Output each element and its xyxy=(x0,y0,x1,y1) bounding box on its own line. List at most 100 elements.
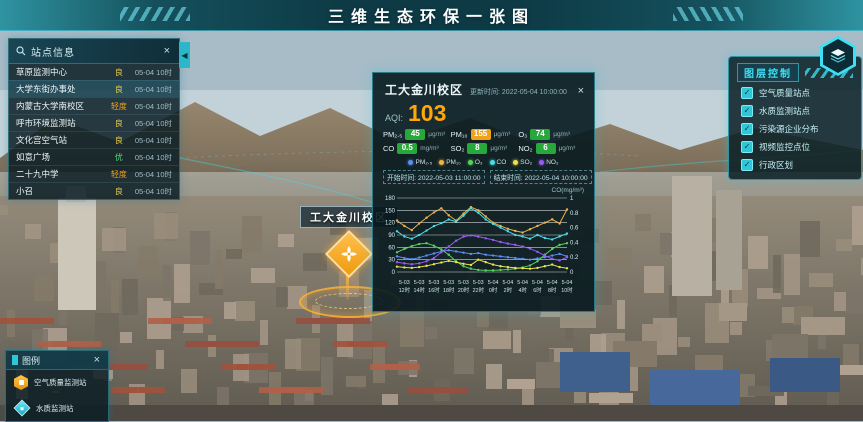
legend-item-o3[interactable]: O₃ xyxy=(468,159,483,166)
station-row[interactable]: 草原监测中心良05-04 10时 xyxy=(9,64,179,80)
svg-text:120: 120 xyxy=(385,220,396,226)
svg-text:5-03: 5-03 xyxy=(414,280,425,286)
page-title: 三维生态环保一张图 xyxy=(328,3,535,27)
station-name: 呼市环境监测站 xyxy=(16,117,103,129)
svg-text:10时: 10时 xyxy=(561,286,573,294)
station-level: 良 xyxy=(107,135,131,146)
station-row[interactable]: 二十九中学轻度05-04 10时 xyxy=(9,165,179,182)
pollutant-name: NO₂ xyxy=(518,144,532,153)
svg-text:0: 0 xyxy=(570,270,574,276)
svg-text:180: 180 xyxy=(385,196,396,202)
app-header: 三维生态环保一张图 xyxy=(0,0,863,31)
trend-chart-svg: 180150120906030010.80.60.40.205-0312时5-0… xyxy=(381,194,586,300)
pollutant-unit: µg/m³ xyxy=(553,131,570,138)
svg-text:30: 30 xyxy=(388,257,395,263)
legend-panel-title: 图例 xyxy=(22,354,88,367)
svg-text:12时: 12时 xyxy=(399,286,411,294)
svg-text:0.2: 0.2 xyxy=(570,255,579,261)
panel-collapse-handle[interactable]: ◀ xyxy=(179,42,190,68)
legend-dot xyxy=(408,160,413,165)
station-row[interactable]: 小召良05-04 10时 xyxy=(9,182,179,199)
station-row[interactable]: 大学东街办事处良05-04 10时 xyxy=(9,80,179,97)
close-icon[interactable]: × xyxy=(92,353,102,368)
svg-text:5-03: 5-03 xyxy=(429,280,440,286)
map-legend-panel: 图例 × 空气质量监测站水质监测站 xyxy=(5,350,109,422)
layer-label: 视频监控点位 xyxy=(759,141,810,153)
station-panel-header: 站点信息 × ◀ xyxy=(9,39,179,64)
pollutant-cell: PM₁₀155µg/m³ xyxy=(451,129,517,140)
layer-checkbox[interactable]: ✓ xyxy=(741,123,753,135)
legend-item-pm25[interactable]: PM₂.₅ xyxy=(408,159,432,166)
pollutant-cell: CO0.5mg/m³ xyxy=(383,143,449,154)
aqi-label: AQI: xyxy=(385,113,403,123)
station-row[interactable]: 文化宫空气站良05-04 10时 xyxy=(9,131,179,148)
pollutant-unit: mg/m³ xyxy=(420,145,438,152)
header-decoration-right xyxy=(673,7,743,21)
pollutant-cell: NO₂6µg/m³ xyxy=(518,143,584,154)
legend-label: NO₂ xyxy=(546,159,558,166)
svg-text:20时: 20时 xyxy=(458,286,470,294)
legend-item-no2[interactable]: NO₂ xyxy=(539,159,558,166)
svg-text:8时: 8时 xyxy=(548,286,557,294)
legend-entry: 水质监测站 xyxy=(6,395,108,421)
layer-item[interactable]: ✓水质监测站点 xyxy=(729,102,861,120)
legend-label: PM₂.₅ xyxy=(415,159,432,166)
aqi-row: AQI: 103 xyxy=(373,101,594,125)
svg-text:5-04: 5-04 xyxy=(547,280,558,286)
station-update-time: 05-04 10时 xyxy=(135,152,172,163)
legend-item-so2[interactable]: SO₂ xyxy=(513,159,532,166)
chart-legend: PM₂.₅ PM₁₀ O₃ CO SO₂ NO₂ xyxy=(373,156,594,168)
svg-text:22时: 22时 xyxy=(473,286,485,294)
pollutant-cell: SO₂8µg/m³ xyxy=(451,143,517,154)
pollutant-name: SO₂ xyxy=(451,144,465,153)
close-icon[interactable]: × xyxy=(162,44,172,59)
svg-text:0.8: 0.8 xyxy=(570,211,579,217)
svg-text:5-03: 5-03 xyxy=(443,280,454,286)
layer-item[interactable]: ✓行政区划 xyxy=(729,156,861,174)
layer-item[interactable]: ✓ 空气质量站点 xyxy=(729,84,861,102)
layer-item[interactable]: ✓ 视频监控点位 xyxy=(729,138,861,156)
pollutant-cell: PM₂.₅45µg/m³ xyxy=(383,129,449,140)
svg-text:6时: 6时 xyxy=(533,286,542,294)
svg-text:0时: 0时 xyxy=(489,286,498,294)
station-row[interactable]: 如意广场优05-04 10时 xyxy=(9,148,179,165)
legend-dot xyxy=(513,160,518,165)
station-panel-title: 站点信息 xyxy=(31,44,157,59)
layer-checkbox[interactable]: ✓ xyxy=(741,87,753,99)
legend-item-pm10[interactable]: PM₁₀ xyxy=(439,159,461,166)
start-time-box[interactable]: 开始时间: 2022-05-03 11:00:00 xyxy=(383,170,485,184)
station-name: 大学东街办事处 xyxy=(16,83,103,95)
station-level: 轻度 xyxy=(107,169,131,180)
layer-checkbox[interactable]: ✓ xyxy=(741,141,753,153)
layers-hexagon-inner xyxy=(823,39,853,73)
svg-text:5-04: 5-04 xyxy=(532,280,543,286)
close-icon[interactable]: × xyxy=(576,84,586,99)
legend-label: CO xyxy=(497,159,507,166)
svg-text:5-04: 5-04 xyxy=(488,280,499,286)
station-row[interactable]: 内蒙古大学南校区轻度05-04 10时 xyxy=(9,97,179,114)
station-row[interactable]: 呼市环境监测站良05-04 10时 xyxy=(9,114,179,131)
station-name: 内蒙古大学南校区 xyxy=(16,100,103,112)
end-time-box[interactable]: 结束时间: 2022-05-04 10:00:00 xyxy=(490,170,592,184)
station-update-time: 05-04 10时 xyxy=(135,84,172,95)
legend-item-co[interactable]: CO xyxy=(490,159,507,166)
svg-text:5-04: 5-04 xyxy=(502,280,513,286)
station-list: 草原监测中心良05-04 10时大学东街办事处良05-04 10时内蒙古大学南校… xyxy=(9,64,179,199)
layer-label: 空气质量站点 xyxy=(759,87,810,99)
station-update-time: 05-04 10时 xyxy=(135,135,172,146)
layer-checkbox[interactable]: ✓ xyxy=(741,159,753,171)
legend-entry-label: 水质监测站 xyxy=(36,403,74,414)
right-axis-caption: CO(mg/m³) xyxy=(373,186,594,194)
layers-icon xyxy=(830,48,846,64)
legend-dot xyxy=(490,160,495,165)
pollutant-name: O₃ xyxy=(518,130,527,139)
station-level: 轻度 xyxy=(107,101,131,112)
layer-checkbox[interactable]: ✓ xyxy=(741,105,753,117)
legend-label: SO₂ xyxy=(520,159,532,166)
legend-entry-label: 空气质量监测站 xyxy=(34,377,87,388)
layer-item[interactable]: ✓污染源企业分布 xyxy=(729,120,861,138)
svg-text:5-03: 5-03 xyxy=(399,280,410,286)
pollutant-unit: µg/m³ xyxy=(428,131,445,138)
series-line-so2 xyxy=(397,259,567,268)
station-update-time: 05-04 10时 xyxy=(135,186,172,197)
